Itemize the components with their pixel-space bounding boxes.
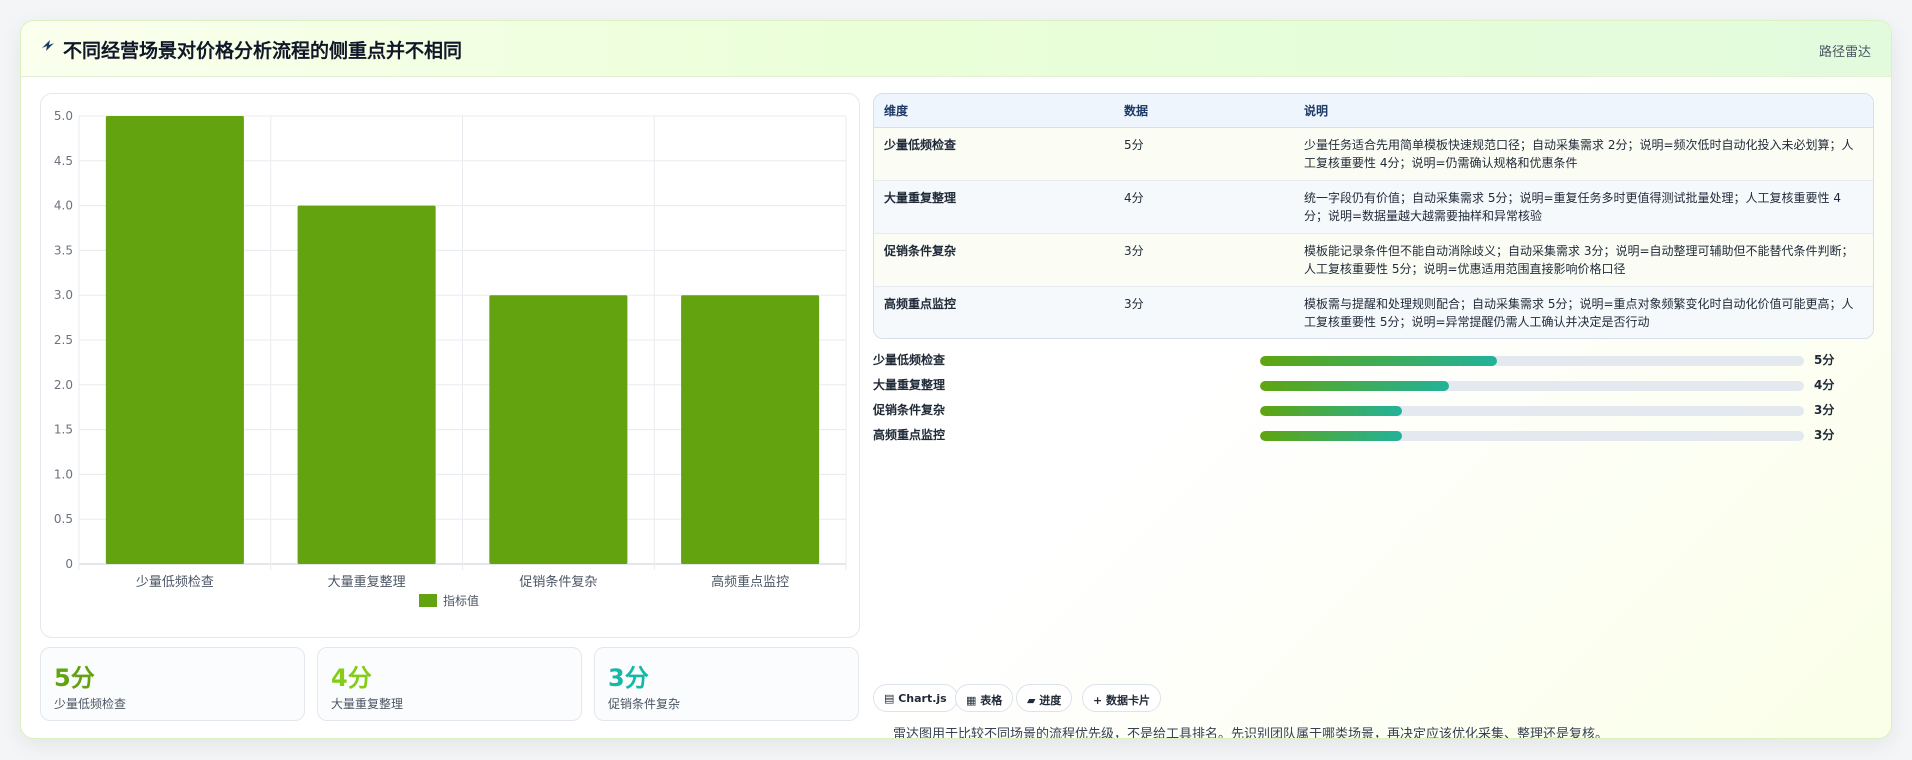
progress-value: 4分 xyxy=(1814,378,1835,392)
chip-chartjs[interactable]: ▤ Chart.js xyxy=(873,684,958,712)
column-header-data: 数据 xyxy=(1114,94,1294,128)
footnote: 雷达图用于比较不同场景的流程优先级，不是给工具排名。先识别团队属于哪类场景，再决… xyxy=(893,727,1609,739)
x-tick-label: 大量重复整理 xyxy=(328,574,406,590)
stat-value: 3分 xyxy=(608,664,649,692)
bar xyxy=(489,295,628,564)
table-header-row: 维度 数据 说明 xyxy=(874,94,1873,128)
stat-label: 少量低频检查 xyxy=(54,697,127,711)
cell-description: 统一字段仍有价值；自动采集需求 5分；说明=重复任务多时更值得测试批量处理；人工… xyxy=(1294,180,1873,234)
progress-value: 3分 xyxy=(1814,403,1835,417)
y-tick-label: 3.5 xyxy=(54,243,73,257)
y-tick-label: 2.5 xyxy=(54,333,73,347)
cell-data: 3分 xyxy=(1114,233,1294,287)
progress-fill xyxy=(1260,431,1402,441)
legend-label: 指标值 xyxy=(443,593,479,608)
y-tick-label: 2.0 xyxy=(54,378,73,392)
progress-value: 3分 xyxy=(1814,428,1835,442)
cell-data: 3分 xyxy=(1124,296,1144,311)
main-card: 不同经营场景对价格分析流程的侧重点并不相同 路径雷达 0 0.5 1.0 1.5 2.0… xyxy=(20,20,1892,739)
progress-row: 促销条件复杂 3分 xyxy=(873,401,1874,419)
cell-dimension: 促销条件复杂 xyxy=(874,233,1114,287)
y-tick-label: 1.0 xyxy=(54,467,73,481)
bar-chart: 0 0.5 1.0 1.5 2.0 2.5 3.0 3.5 4.0 4.5 5.0 少量低频检查 大量重… xyxy=(54,109,847,608)
y-tick-label: 3.0 xyxy=(54,288,73,302)
cell-dimension: 大量重复整理 xyxy=(874,180,1114,234)
chip-progress[interactable]: ▰ 进度 xyxy=(1016,684,1073,712)
chip-data-card[interactable]: + 数据卡片 xyxy=(1082,684,1162,712)
progress-track xyxy=(1260,356,1804,366)
sparkle-icon xyxy=(42,40,54,51)
y-tick-label: 1.5 xyxy=(54,423,73,437)
chip-table[interactable]: ▦ 表格 xyxy=(955,684,1014,712)
column-header-description: 说明 xyxy=(1294,94,1873,128)
table-row: 高频重点监控 3分 模板需与提醒和处理规则配合；自动采集需求 5分；说明=重点对… xyxy=(874,286,1873,338)
bar xyxy=(105,116,244,564)
progress-track xyxy=(1260,406,1804,416)
progress-fill xyxy=(1260,381,1450,391)
x-tick-label: 高频重点监控 xyxy=(711,574,789,590)
progress-label: 高频重点监控 xyxy=(873,428,946,442)
cell-dimension: 高频重点监控 xyxy=(884,296,957,311)
table-row: 少量低频检查 5分 少量任务适合先用简单模板快速规范口径；自动采集需求 2分；说… xyxy=(874,127,1873,181)
stat-value: 5分 xyxy=(54,664,95,692)
progress-row: 大量重复整理 4分 xyxy=(873,376,1874,394)
y-tick-label: 4.5 xyxy=(54,154,73,168)
stat-card-3: 3分 促销条件复杂 xyxy=(594,647,859,721)
cell-data: 5分 xyxy=(1114,127,1294,181)
x-tick-label: 促销条件复杂 xyxy=(519,574,597,590)
bar xyxy=(681,295,820,564)
stat-card-2: 4分 大量重复整理 xyxy=(317,647,582,721)
progress-value: 5分 xyxy=(1814,353,1835,367)
progress-fill xyxy=(1260,356,1497,366)
legend-swatch xyxy=(419,594,437,607)
stat-card-1: 5分 少量低频检查 xyxy=(40,647,305,721)
bar xyxy=(297,205,436,564)
stat-label: 大量重复整理 xyxy=(331,697,404,711)
page-title: 不同经营场景对价格分析流程的侧重点并不相同 xyxy=(63,40,463,62)
cell-description: 模板需与提醒和处理规则配合；自动采集需求 5分；说明=重点对象频繁变化时自动化价… xyxy=(1304,296,1854,329)
progress-track xyxy=(1260,381,1804,391)
cell-description: 少量任务适合先用简单模板快速规范口径；自动采集需求 2分；说明=频次低时自动化投… xyxy=(1294,127,1873,181)
table-row: 大量重复整理 4分 统一字段仍有价值；自动采集需求 5分；说明=重复任务多时更值… xyxy=(874,180,1873,234)
card-header: 不同经营场景对价格分析流程的侧重点并不相同 路径雷达 xyxy=(21,21,1891,77)
progress-label: 促销条件复杂 xyxy=(873,403,946,417)
progress-row: 少量低频检查 5分 xyxy=(873,351,1874,369)
data-table: 维度 数据 说明 少量低频检查 5分 少量任务适合先用简单模板快速规范口径；自动… xyxy=(873,93,1874,339)
stat-value: 4分 xyxy=(331,664,372,692)
table-row: 促销条件复杂 3分 模板能记录条件但不能自动消除歧义；自动采集需求 3分；说明=… xyxy=(874,233,1873,287)
y-tick-label: 5.0 xyxy=(54,109,73,123)
column-header-dimension: 维度 xyxy=(874,94,1114,128)
stat-label: 促销条件复杂 xyxy=(608,697,681,711)
y-tick-label: 4.0 xyxy=(54,199,73,213)
cell-description: 模板能记录条件但不能自动消除歧义；自动采集需求 3分；说明=自动整理可辅助但不能… xyxy=(1294,233,1873,287)
x-tick-label: 少量低频检查 xyxy=(136,575,214,590)
progress-fill xyxy=(1260,406,1402,416)
progress-label: 少量低频检查 xyxy=(873,353,946,367)
progress-label: 大量重复整理 xyxy=(873,378,946,392)
cell-dimension: 少量低频检查 xyxy=(874,127,1114,181)
cell-data: 4分 xyxy=(1114,180,1294,234)
progress-row: 高频重点监控 3分 xyxy=(873,426,1874,444)
y-tick-label: 0.5 xyxy=(54,512,73,526)
route-radar-link[interactable]: 路径雷达 xyxy=(1819,41,1871,60)
progress-track xyxy=(1260,431,1804,441)
bar-chart-panel: 0 0.5 1.0 1.5 2.0 2.5 3.0 3.5 4.0 4.5 5.0 少量低频检查 大量重… xyxy=(40,93,860,638)
y-tick-label: 0 xyxy=(65,557,73,571)
